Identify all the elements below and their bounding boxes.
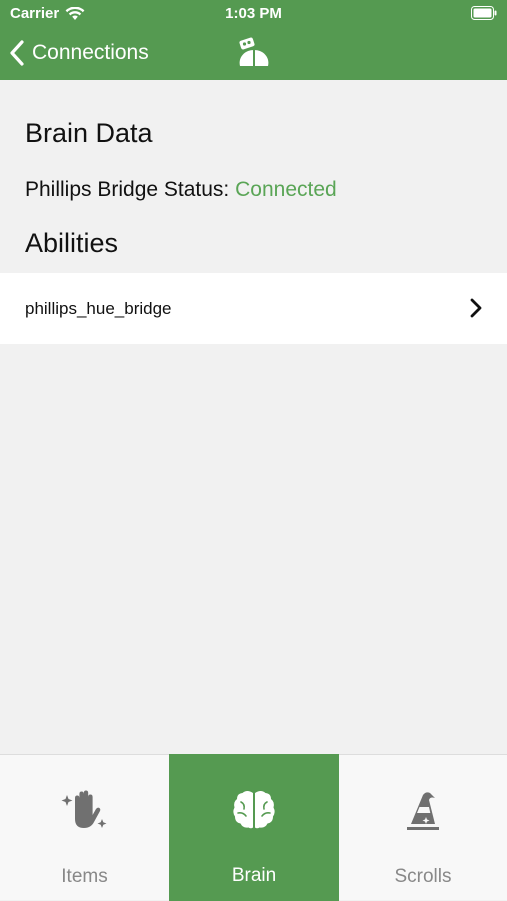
back-button-label: Connections: [32, 41, 149, 64]
robot-logo-icon: [239, 37, 269, 66]
tab-items-label: Items: [61, 866, 108, 887]
brain-data-title: Brain Data: [25, 118, 153, 148]
ability-label: phillips_hue_bridge: [25, 299, 172, 318]
bridge-status: Phillips Bridge Status: Connected: [25, 178, 337, 202]
list-item[interactable]: phillips_hue_bridge: [0, 273, 507, 344]
back-button[interactable]: Connections: [8, 38, 149, 68]
status-time: 1:03 PM: [225, 5, 282, 22]
status-bar: Carrier 1:03 PM: [0, 0, 507, 28]
tab-brain[interactable]: Brain: [169, 754, 339, 901]
brain-icon: [233, 791, 275, 829]
nav-bar: Connections: [0, 28, 507, 80]
tab-items[interactable]: Items: [0, 755, 169, 901]
chevron-left-icon: [10, 40, 24, 66]
bridge-status-value: Connected: [235, 178, 337, 201]
wizard-hat-icon: [407, 792, 439, 830]
abilities-title: Abilities: [25, 228, 119, 258]
bridge-status-label: Phillips Bridge Status:: [25, 178, 230, 201]
battery-icon: [471, 6, 497, 20]
tab-bar: Items Brain Scrolls: [0, 754, 507, 901]
tab-brain-label: Brain: [231, 865, 277, 886]
magic-hand-icon: [61, 790, 106, 828]
main-content: Brain Data Phillips Bridge Status: Conne…: [0, 80, 507, 754]
chevron-right-icon: [470, 298, 482, 318]
header: Carrier 1:03 PM Connections: [0, 0, 507, 80]
tab-scrolls-label: Scrolls: [394, 866, 452, 887]
tab-scrolls[interactable]: Scrolls: [339, 755, 507, 901]
